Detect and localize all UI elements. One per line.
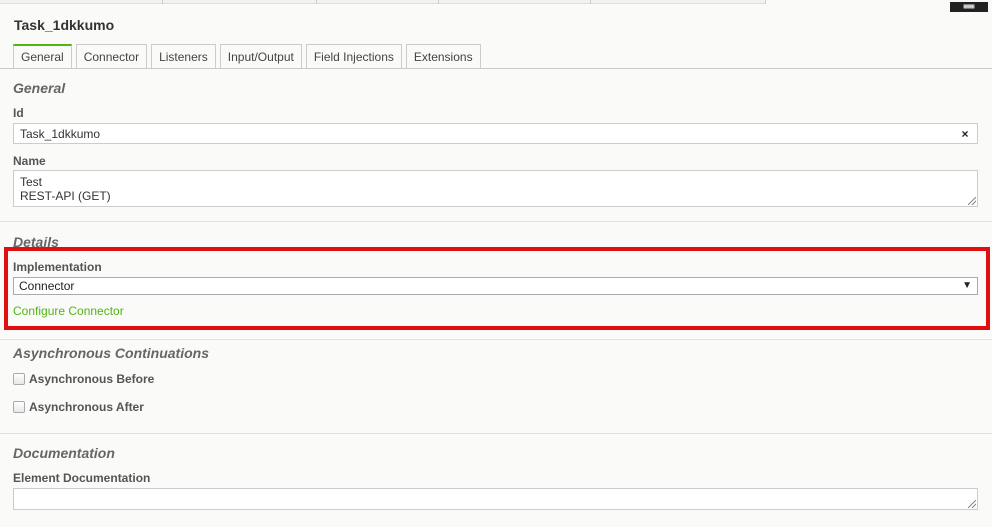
clear-icon[interactable]: × [958, 127, 972, 141]
tab-extensions[interactable]: Extensions [405, 44, 481, 69]
tab-input-output[interactable]: Input/Output [219, 44, 302, 69]
tab-listeners[interactable]: Listeners [151, 44, 216, 69]
tab-general[interactable]: General [13, 44, 72, 69]
general-group-title: General [13, 80, 66, 96]
implementation-label: Implementation [13, 260, 102, 274]
id-label: Id [13, 106, 24, 120]
async-before-checkbox[interactable] [13, 373, 25, 385]
tab-bar: General Connector Listeners Input/Output… [13, 44, 481, 69]
tab-underline [0, 68, 992, 69]
logo-icon: ▦▦▦ [950, 2, 988, 12]
divider [0, 433, 992, 434]
async-after-label: Asynchronous After [29, 400, 144, 414]
properties-panel: ▦▦▦ Task_1dkkumo General Connector Liste… [0, 0, 992, 527]
implementation-selected-value: Connector [19, 279, 75, 293]
documentation-group-title: Documentation [13, 445, 115, 461]
element-documentation-textarea[interactable] [13, 488, 978, 510]
async-group-title: Asynchronous Continuations [13, 345, 209, 361]
implementation-select[interactable]: Connector ▼ [13, 277, 978, 295]
tab-connector[interactable]: Connector [75, 44, 148, 69]
name-textarea[interactable]: Test REST-API (GET) [13, 170, 978, 207]
name-line-2: REST-API (GET) [20, 189, 111, 203]
tab-field-injections[interactable]: Field Injections [305, 44, 402, 69]
name-line-1: Test [20, 175, 43, 189]
id-input[interactable] [13, 123, 978, 144]
divider [0, 221, 992, 222]
name-label: Name [13, 154, 46, 168]
divider [0, 339, 992, 340]
async-after-checkbox[interactable] [13, 401, 25, 413]
top-toolbar-remnant [0, 0, 766, 4]
resize-grip-icon[interactable] [968, 197, 976, 205]
async-before-row: Asynchronous Before [13, 372, 154, 386]
resize-grip-icon[interactable] [968, 500, 976, 508]
async-after-row: Asynchronous After [13, 400, 144, 414]
element-documentation-label: Element Documentation [13, 471, 151, 485]
dropdown-arrow-icon: ▼ [962, 280, 972, 291]
configure-connector-link[interactable]: Configure Connector [13, 304, 124, 318]
async-before-label: Asynchronous Before [29, 372, 155, 386]
page-title: Task_1dkkumo [14, 17, 115, 33]
